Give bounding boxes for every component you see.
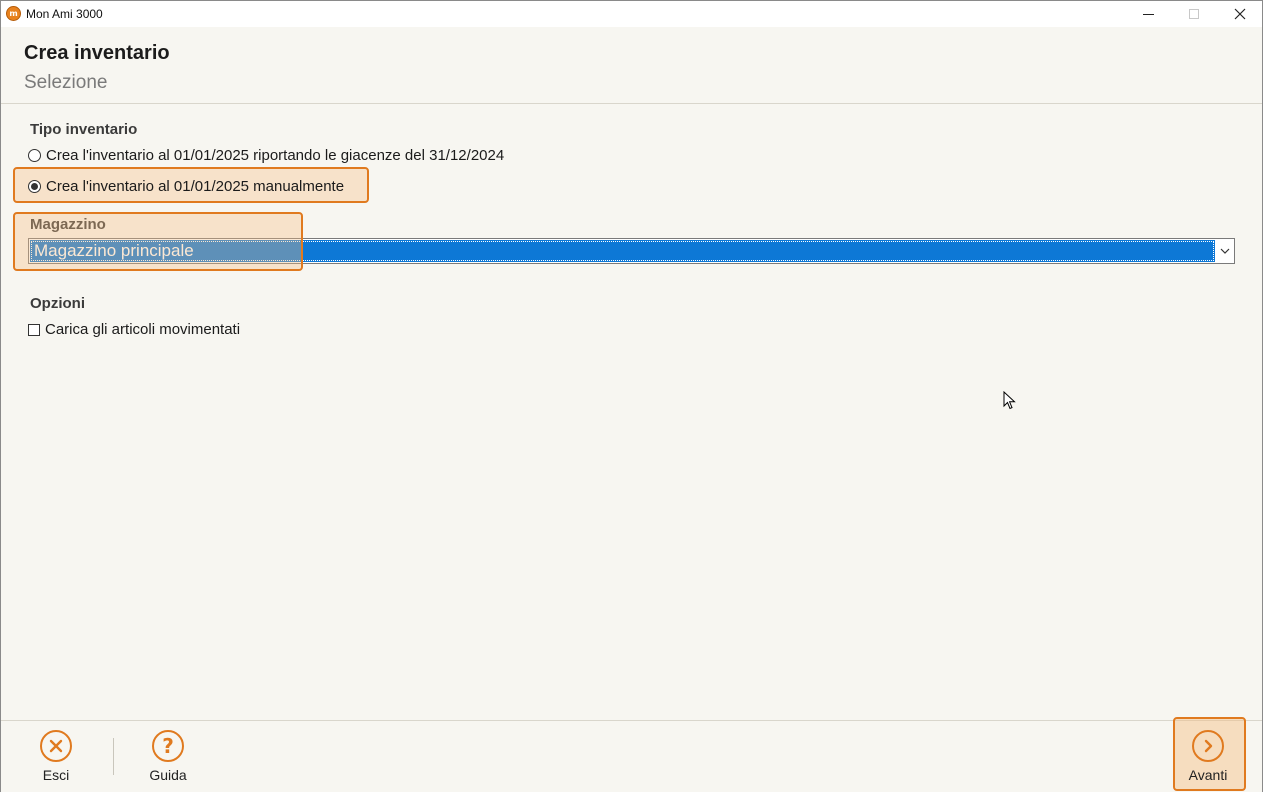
radio-label: Crea l'inventario al 01/01/2025 riportan… <box>46 147 505 164</box>
chevron-down-icon <box>1220 248 1230 254</box>
close-icon <box>1234 8 1246 20</box>
title-bar: m Mon Ami 3000 <box>1 1 1262 27</box>
guida-label: Guida <box>149 767 187 783</box>
opzioni-label: Opzioni <box>30 295 85 312</box>
magazzino-label: Magazzino <box>30 216 106 233</box>
tipo-inventario-label: Tipo inventario <box>30 121 138 138</box>
radio-label: Crea l'inventario al 01/01/2025 manualme… <box>46 178 345 195</box>
magazzino-select[interactable]: Magazzino principale <box>28 238 1235 264</box>
window-title: Mon Ami 3000 <box>26 7 103 21</box>
esci-label: Esci <box>42 767 70 783</box>
mouse-cursor-icon <box>1003 391 1016 410</box>
checkbox-label: Carica gli articoli movimentati <box>45 321 241 338</box>
minimize-button[interactable] <box>1125 1 1171 27</box>
help-icon: ? <box>152 730 184 762</box>
page-title: Crea inventario <box>24 42 170 64</box>
page-header: Crea inventario Selezione <box>1 27 1262 104</box>
carica-articoli-checkbox[interactable] <box>28 323 40 336</box>
close-circle-icon <box>40 730 72 762</box>
page-subtitle: Selezione <box>24 72 108 93</box>
guida-button[interactable]: ? Guida <box>133 721 203 791</box>
radio-option-manualmente[interactable]: Crea l'inventario al 01/01/2025 manualme… <box>28 178 344 195</box>
radio-option-riporta-giacenze[interactable]: Crea l'inventario al 01/01/2025 riportan… <box>28 147 504 164</box>
magazzino-selected-value: Magazzino principale <box>30 240 1215 262</box>
carica-articoli-checkbox-row[interactable]: Carica gli articoli movimentati <box>28 321 240 338</box>
chevron-right-circle-icon <box>1192 730 1224 762</box>
footer-toolbar: Esci ? Guida Avanti <box>1 717 1262 792</box>
app-window: m Mon Ami 3000 Crea inventario Selezione… <box>0 0 1263 792</box>
radio-button-checked[interactable] <box>28 180 41 193</box>
maximize-button[interactable] <box>1171 1 1217 27</box>
mon-ami-logo-icon: m <box>6 6 21 21</box>
minimize-icon <box>1142 13 1154 15</box>
radio-button[interactable] <box>28 149 41 162</box>
esci-button[interactable]: Esci <box>21 721 91 791</box>
close-button[interactable] <box>1217 1 1263 27</box>
avanti-label: Avanti <box>1188 767 1228 783</box>
avanti-button[interactable]: Avanti <box>1173 721 1243 791</box>
footer-separator <box>113 738 114 775</box>
maximize-icon <box>1189 9 1199 19</box>
